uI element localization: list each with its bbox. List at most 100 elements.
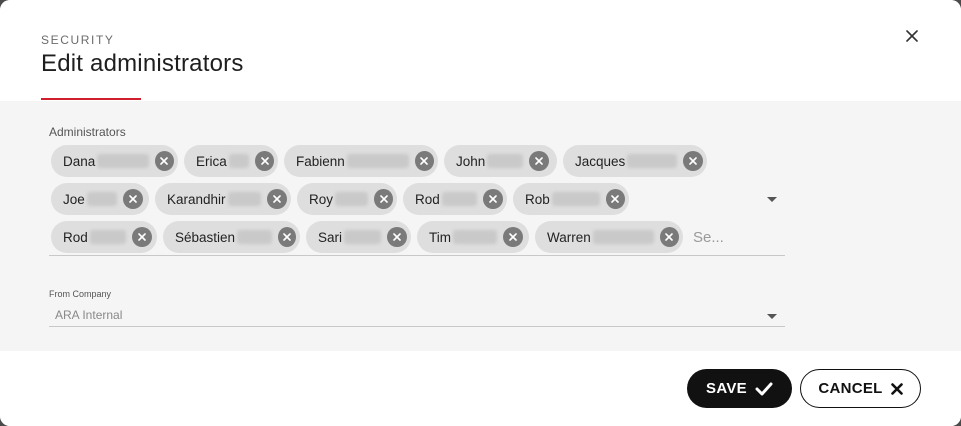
from-company-value: ARA Internal — [55, 308, 123, 322]
chip-row: Dana Erica Fabienn John Jacques — [51, 145, 707, 177]
chip-label: Warren — [547, 229, 591, 245]
dialog-body: Administrators Dana Erica Fabienn John J… — [0, 101, 961, 351]
redacted-surname — [344, 230, 382, 244]
administrators-label: Administrators — [49, 125, 126, 139]
chip-remove-button[interactable] — [483, 189, 503, 209]
save-button-label: SAVE — [706, 380, 747, 397]
chip-remove-button[interactable] — [387, 227, 407, 247]
chip-remove-button[interactable] — [503, 227, 523, 247]
cancel-circle-icon — [137, 233, 146, 241]
chip-remove-button[interactable] — [267, 189, 287, 209]
close-icon — [906, 30, 918, 42]
redacted-surname — [627, 154, 678, 168]
chip-label: Sébastien — [175, 229, 236, 245]
administrator-chip: Sari — [306, 221, 411, 253]
cancel-circle-icon — [160, 157, 169, 165]
chip-label: John — [456, 153, 486, 169]
chip-remove-button[interactable] — [122, 189, 143, 209]
caret-down-icon[interactable] — [767, 314, 777, 319]
checkmark-icon — [755, 382, 773, 395]
chip-label: Rod — [415, 191, 440, 207]
chip-label: Tim — [429, 229, 451, 245]
redacted-surname — [86, 192, 117, 206]
administrators-multiselect[interactable]: Dana Erica Fabienn John Jacques Joe Kara… — [49, 143, 785, 256]
chip-remove-button[interactable] — [414, 151, 434, 171]
cancel-circle-icon — [689, 157, 697, 165]
cancel-circle-icon — [128, 195, 137, 203]
redacted-surname — [453, 230, 497, 244]
redacted-surname — [335, 192, 369, 206]
redacted-surname — [89, 230, 126, 244]
dialog-footer: SAVE CANCEL — [0, 351, 961, 426]
chip-remove-button[interactable] — [683, 151, 703, 171]
chip-label: Rod — [63, 229, 88, 245]
administrator-chip: Warren — [535, 221, 683, 253]
redacted-surname — [237, 230, 272, 244]
administrator-chip: Jacques — [563, 145, 707, 177]
chip-label: Dana — [63, 153, 96, 169]
redacted-surname — [228, 154, 250, 168]
from-company-select[interactable]: ARA Internal — [49, 304, 785, 327]
dialog-header: SECURITY Edit administrators — [0, 0, 961, 101]
cancel-circle-icon — [273, 195, 281, 203]
dialog-title: Edit administrators — [41, 50, 244, 77]
chip-label: Erica — [196, 153, 227, 169]
administrator-search-input[interactable] — [693, 221, 737, 253]
administrator-chip: Rod — [403, 183, 507, 215]
administrator-chip: John — [444, 145, 557, 177]
administrator-chip: Roy — [297, 183, 397, 215]
cancel-circle-icon — [260, 157, 269, 165]
administrator-chip: Erica — [184, 145, 278, 177]
cancel-circle-icon — [665, 233, 674, 241]
redacted-surname — [551, 192, 600, 206]
chip-row: Rod Sébastien Sari Tim Warren Se... — [51, 221, 737, 253]
cancel-button-label: CANCEL — [818, 380, 883, 397]
cancel-circle-icon — [611, 195, 620, 203]
chip-remove-button[interactable] — [529, 151, 550, 171]
cancel-circle-icon — [379, 195, 388, 203]
cancel-button[interactable]: CANCEL — [800, 369, 921, 408]
chip-remove-button[interactable] — [277, 227, 296, 247]
close-button[interactable] — [902, 26, 922, 46]
administrator-chip: Sébastien — [163, 221, 300, 253]
redacted-surname — [441, 192, 478, 206]
dialog-kicker: SECURITY — [41, 33, 115, 47]
administrator-chip: Karandhir — [155, 183, 291, 215]
chip-label: Roy — [309, 191, 334, 207]
edit-administrators-dialog: SECURITY Edit administrators Administrat… — [0, 0, 961, 426]
cancel-circle-icon — [489, 195, 497, 203]
from-company-label: From Company — [49, 289, 112, 299]
redacted-surname — [487, 154, 524, 168]
caret-down-icon[interactable] — [767, 197, 777, 202]
chip-label: Rob — [525, 191, 550, 207]
cancel-circle-icon — [535, 157, 544, 165]
chip-remove-button[interactable] — [255, 151, 274, 171]
x-icon — [890, 382, 903, 395]
administrator-chip: Tim — [417, 221, 529, 253]
chip-remove-button[interactable] — [154, 151, 174, 171]
cancel-circle-icon — [283, 233, 291, 241]
cancel-circle-icon — [420, 157, 429, 165]
redacted-surname — [97, 154, 149, 168]
administrator-chip: Rob — [513, 183, 629, 215]
chip-label: Sari — [318, 229, 343, 245]
chip-label: Jacques — [575, 153, 626, 169]
administrator-chip: Dana — [51, 145, 178, 177]
cancel-circle-icon — [393, 233, 401, 241]
chip-label: Fabienn — [296, 153, 345, 169]
chip-remove-button[interactable] — [605, 189, 625, 209]
redacted-surname — [227, 192, 262, 206]
redacted-surname — [346, 154, 409, 168]
redacted-surname — [592, 230, 654, 244]
administrator-chip: Rod — [51, 221, 157, 253]
chip-remove-button[interactable] — [374, 189, 393, 209]
chip-row: Joe Karandhir Roy Rod Rob — [51, 183, 629, 215]
chip-label: Karandhir — [167, 191, 226, 207]
chip-remove-button[interactable] — [659, 227, 679, 247]
chip-remove-button[interactable] — [131, 227, 152, 247]
administrator-chip: Fabienn — [284, 145, 438, 177]
administrator-chip: Joe — [51, 183, 149, 215]
cancel-circle-icon — [509, 233, 517, 241]
title-accent-underline — [41, 98, 141, 100]
save-button[interactable]: SAVE — [687, 369, 792, 408]
